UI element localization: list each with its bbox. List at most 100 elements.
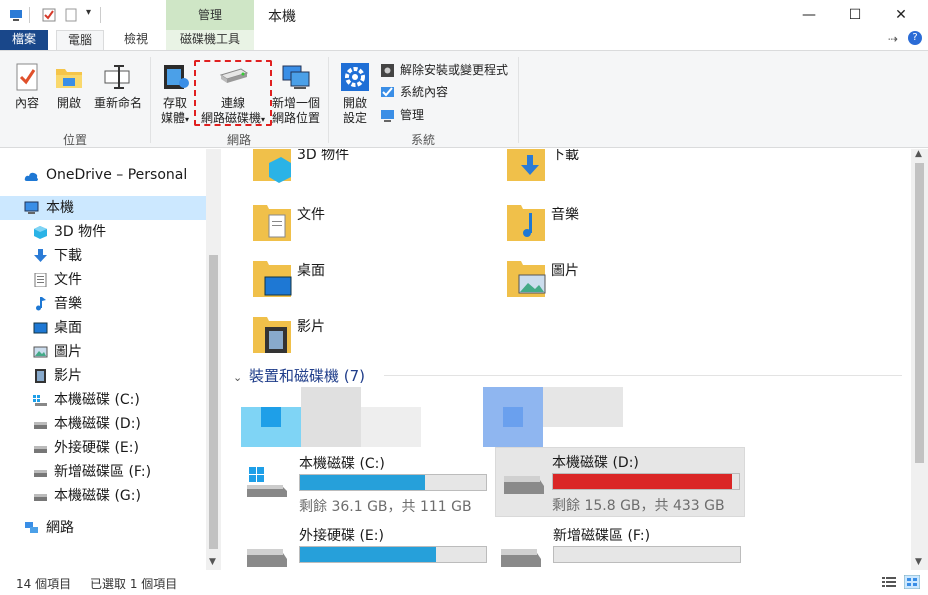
- nav-item-drive-f[interactable]: 新增磁碟區 (F:): [0, 460, 206, 484]
- system-properties-button[interactable]: 系統內容: [380, 82, 448, 102]
- nav-item-drive-g[interactable]: 本機磁碟 (G:): [0, 484, 206, 508]
- nav-item-music[interactable]: 音樂: [0, 292, 206, 316]
- system-properties-icon: [381, 87, 394, 97]
- computer-icon: [24, 201, 39, 214]
- drive-name: 新增磁碟區 (F:): [553, 528, 651, 544]
- tab-computer[interactable]: 電腦: [56, 30, 104, 50]
- drive-usage-fill: [300, 547, 436, 562]
- help-icon[interactable]: ?: [908, 31, 922, 45]
- access-media-button[interactable]: 存取 媒體▾: [156, 61, 194, 127]
- tab-view[interactable]: 檢視: [112, 30, 160, 50]
- nav-item-drive-c[interactable]: 本機磁碟 (C:): [0, 388, 206, 412]
- folder-name: 下載: [551, 149, 579, 163]
- drive-icon: [34, 446, 47, 453]
- open-button[interactable]: 開啟: [50, 61, 88, 111]
- windows-drive-icon: [33, 395, 47, 406]
- drive-name: 本機磁碟 (C:): [299, 456, 385, 472]
- nav-item-videos[interactable]: 影片: [0, 364, 206, 388]
- drive-tile-d[interactable]: 本機磁碟 (D:) 剩餘 15.8 GB，共 433 GB: [495, 447, 745, 517]
- nav-item-desktop[interactable]: 桌面: [0, 316, 206, 340]
- desktop-icon: [33, 322, 48, 334]
- folder-music-icon: [507, 205, 545, 241]
- devices-section-header[interactable]: 裝置和磁碟機 (7): [249, 365, 365, 386]
- selected-count: 已選取 1 個項目: [90, 577, 178, 591]
- windows-drive-icon: [247, 467, 287, 497]
- nav-item-label: 下載: [54, 248, 82, 264]
- nav-item-label: 音樂: [54, 296, 82, 312]
- window-title: 本機: [268, 9, 296, 25]
- qat-dropdown-icon[interactable]: ▾: [86, 7, 91, 18]
- tab-drive-tools[interactable]: 磁碟機工具: [166, 30, 254, 50]
- properties-button[interactable]: 內容: [8, 61, 46, 111]
- nav-item-downloads[interactable]: 下載: [0, 244, 206, 268]
- open-settings-label-1: 開啟: [342, 96, 367, 110]
- properties-check-icon[interactable]: [42, 8, 56, 22]
- scroll-down-arrow-icon[interactable]: ▼: [915, 557, 922, 567]
- uninstall-program-button[interactable]: 解除安裝或變更程式: [380, 60, 508, 80]
- folder-name: 3D 物件: [297, 149, 350, 163]
- folder-3d-icon: [253, 149, 291, 183]
- open-settings-button[interactable]: 開啟 設定: [336, 61, 374, 126]
- nav-item-drive-d[interactable]: 本機磁碟 (D:): [0, 412, 206, 436]
- minimize-button[interactable]: —: [786, 0, 832, 30]
- nav-network[interactable]: 網路: [0, 516, 206, 540]
- pin-ribbon-icon[interactable]: ⇢: [888, 32, 898, 46]
- drive-usage-fill: [553, 474, 732, 489]
- document-icon: [34, 273, 47, 287]
- context-tab-manage[interactable]: 管理: [166, 0, 254, 30]
- nav-this-pc[interactable]: 本機: [0, 196, 206, 220]
- close-button[interactable]: ✕: [878, 0, 924, 30]
- system-properties-label: 系統內容: [400, 85, 449, 99]
- tab-file[interactable]: 檔案: [0, 30, 48, 50]
- manage-button[interactable]: 管理: [380, 105, 424, 125]
- nav-item-drive-e[interactable]: 外接硬碟 (E:): [0, 436, 206, 460]
- drive-tile-c[interactable]: 本機磁碟 (C:) 剩餘 36.1 GB，共 111 GB: [243, 449, 493, 519]
- maximize-button[interactable]: ☐: [832, 0, 878, 30]
- drive-free-space: 剩餘 36.1 GB，共 111 GB: [299, 499, 472, 515]
- content-scrollbar[interactable]: ▲ ▼: [911, 149, 928, 570]
- nav-onedrive[interactable]: OneDrive – Personal: [0, 163, 206, 187]
- access-media-label-2: 媒體▾: [156, 111, 194, 127]
- open-label: 開啟: [56, 96, 81, 110]
- manage-computer-icon: [381, 110, 394, 122]
- nav-item-3d-objects[interactable]: 3D 物件: [0, 220, 206, 244]
- group-label-location: 位置: [62, 133, 87, 147]
- drive-tile-e[interactable]: 外接硬碟 (E:): [243, 521, 493, 570]
- properties-label: 內容: [14, 96, 39, 110]
- nav-item-documents[interactable]: 文件: [0, 268, 206, 292]
- content-pane: 3D 物件 下載 文件 音樂 桌面 圖片 影片 ⌄ 裝置和磁碟機 (7) 本機磁…: [221, 149, 911, 570]
- network-icon: [25, 522, 38, 533]
- add-network-location-button[interactable]: 新增一個 網路位置: [270, 61, 322, 126]
- tiles-view-icon[interactable]: [904, 575, 920, 589]
- nav-item-label: 3D 物件: [54, 224, 107, 240]
- nav-onedrive-label: OneDrive – Personal: [46, 167, 188, 183]
- folder-desktop-icon: [253, 261, 292, 297]
- new-folder-icon[interactable]: [64, 8, 78, 22]
- drive-name: 外接硬碟 (E:): [299, 528, 384, 544]
- nav-scrollbar[interactable]: ▼: [206, 149, 221, 570]
- scroll-up-arrow-icon[interactable]: ▲: [915, 149, 922, 159]
- cloud-icon: [24, 172, 38, 181]
- folder-name: 影片: [297, 319, 325, 335]
- drive-icon: [34, 422, 47, 429]
- nav-item-pictures[interactable]: 圖片: [0, 340, 206, 364]
- rename-button[interactable]: 重新命名: [92, 61, 144, 111]
- content-scroll-thumb[interactable]: [915, 163, 924, 463]
- folder-video-icon: [253, 317, 291, 353]
- music-note-icon: [36, 297, 46, 311]
- highlight-dashed-box: [194, 60, 272, 126]
- uninstall-icon: [381, 64, 394, 77]
- collapse-chevron-icon[interactable]: ⌄: [233, 371, 242, 384]
- 3d-objects-icon: [34, 226, 47, 239]
- navigation-pane: OneDrive – Personal 本機 3D 物件 下載 文件 音樂 桌面: [0, 149, 221, 570]
- drive-name: 本機磁碟 (D:): [552, 455, 639, 471]
- status-bar: 14 個項目 已選取 1 個項目: [0, 570, 928, 595]
- details-view-icon[interactable]: [882, 576, 896, 588]
- rename-icon: [102, 61, 134, 93]
- drive-icon: [34, 494, 47, 501]
- computer-icon[interactable]: [9, 8, 23, 22]
- drive-tile-f[interactable]: 新增磁碟區 (F:): [497, 521, 747, 570]
- ribbon-tabs: 檔案 電腦 檢視 磁碟機工具 ⇢ ?: [0, 30, 928, 50]
- nav-scroll-thumb[interactable]: [209, 255, 218, 549]
- scroll-down-arrow-icon[interactable]: ▼: [209, 557, 216, 567]
